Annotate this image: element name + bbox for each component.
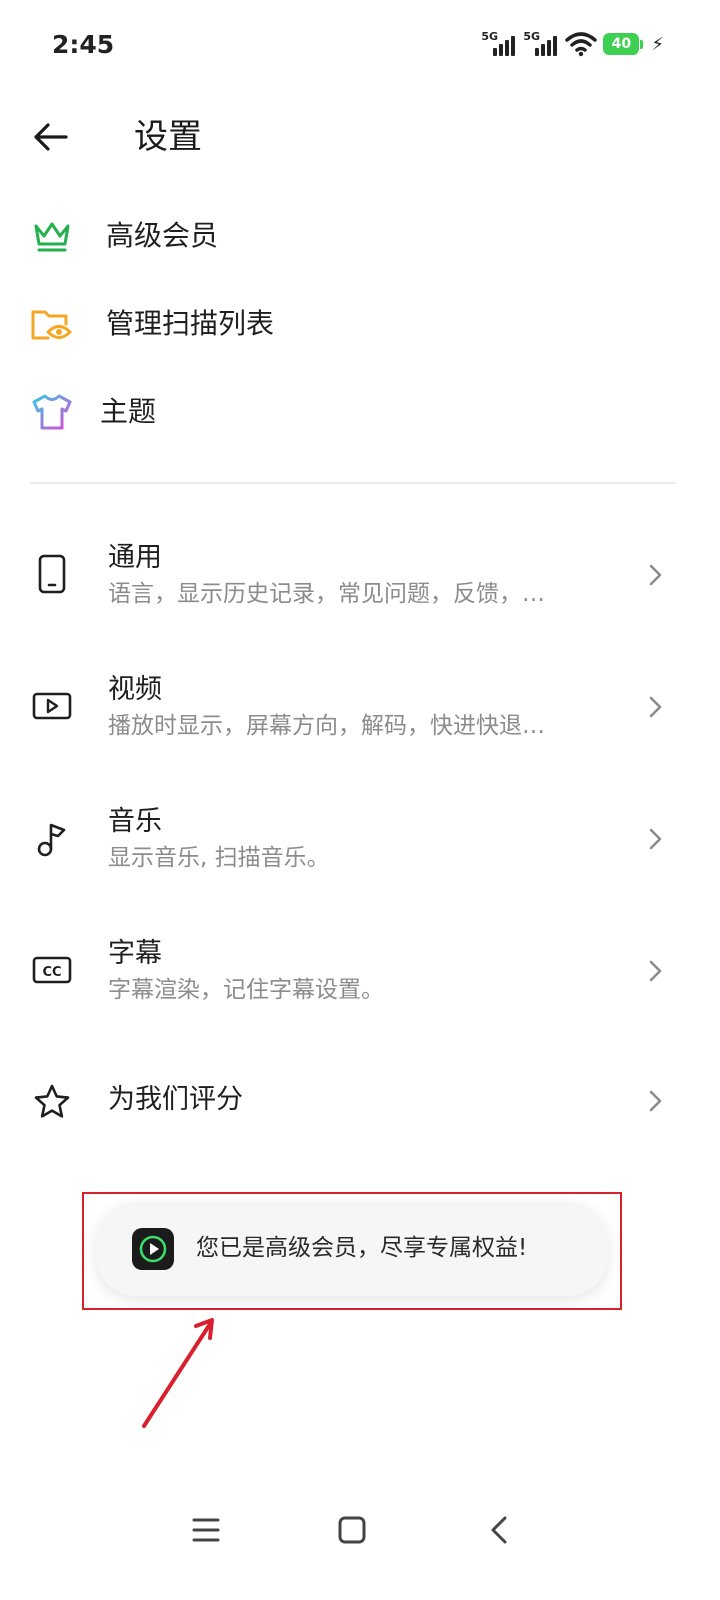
system-nav-bar [0, 1480, 720, 1580]
row-title: 视频 [108, 674, 162, 705]
status-bar: 2:45 5G 5G 40 ⚡ [0, 0, 720, 92]
chevron-right-icon [649, 564, 662, 586]
tshirt-icon [32, 394, 72, 430]
wifi-icon [565, 32, 598, 57]
row-title: 音乐 [108, 806, 162, 837]
video-play-icon [32, 692, 72, 720]
app-play-icon [132, 1228, 174, 1270]
back-button[interactable] [28, 112, 78, 162]
back-nav-icon[interactable] [476, 1506, 524, 1554]
signal-icon: 5G [481, 30, 517, 58]
chevron-right-icon [649, 696, 662, 718]
battery-icon: 40 [603, 33, 644, 55]
annotation-arrow-icon [142, 1318, 214, 1428]
settings-row-music[interactable]: 音乐 显示音乐, 扫描音乐。 [0, 780, 720, 900]
annotation-box: 您已是高级会员，尽享专属权益! [82, 1192, 622, 1310]
status-time: 2:45 [52, 30, 115, 59]
signal-icon: 5G [523, 30, 559, 58]
crown-icon [34, 222, 70, 252]
settings-row-rate-us[interactable]: 为我们评分 [0, 1044, 720, 1164]
premium-label: 高级会员 [106, 219, 219, 252]
cc-icon: CC [32, 956, 72, 984]
row-subtitle: 显示音乐, 扫描音乐。 [108, 845, 330, 871]
home-icon[interactable] [328, 1506, 376, 1554]
toast-text: 您已是高级会员，尽享专属权益! [196, 1235, 528, 1261]
chevron-right-icon [649, 828, 662, 850]
settings-row-subtitles[interactable]: CC 字幕 字幕渲染，记住字幕设置。 [0, 912, 720, 1032]
toast-message: 您已是高级会员，尽享专属权益! [96, 1202, 608, 1296]
chevron-right-icon [649, 1090, 662, 1112]
row-title: 为我们评分 [108, 1084, 243, 1115]
star-icon [34, 1084, 70, 1118]
svg-text:CC: CC [42, 965, 61, 980]
settings-row-general[interactable]: 通用 语言，显示历史记录，常见问题，反馈，… [0, 516, 720, 636]
row-title: 字幕 [108, 938, 162, 969]
folder-eye-icon [31, 310, 72, 340]
row-subtitle: 字幕渲染，记住字幕设置。 [108, 977, 384, 1003]
music-note-icon [37, 823, 66, 857]
theme-item[interactable]: 主题 [0, 372, 720, 452]
app-header: 设置 [0, 92, 720, 182]
page-title: 设置 [134, 117, 202, 157]
charging-icon: ⚡ [651, 33, 664, 55]
row-subtitle: 语言，显示历史记录，常见问题，反馈，… [108, 581, 545, 607]
settings-row-video[interactable]: 视频 播放时显示，屏幕方向，解码，快进快退… [0, 648, 720, 768]
premium-item[interactable]: 高级会员 [0, 196, 720, 276]
row-title: 通用 [108, 542, 162, 573]
status-icons: 5G 5G 40 ⚡ [481, 28, 664, 60]
manage-scan-list-label: 管理扫描列表 [106, 307, 275, 340]
row-subtitle: 播放时显示，屏幕方向，解码，快进快退… [108, 713, 545, 739]
divider [30, 482, 676, 484]
chevron-right-icon [649, 960, 662, 982]
theme-label: 主题 [100, 395, 157, 428]
manage-scan-list-item[interactable]: 管理扫描列表 [0, 284, 720, 364]
phone-icon [38, 554, 66, 594]
arrow-left-icon [34, 123, 68, 151]
menu-icon[interactable] [182, 1506, 230, 1554]
